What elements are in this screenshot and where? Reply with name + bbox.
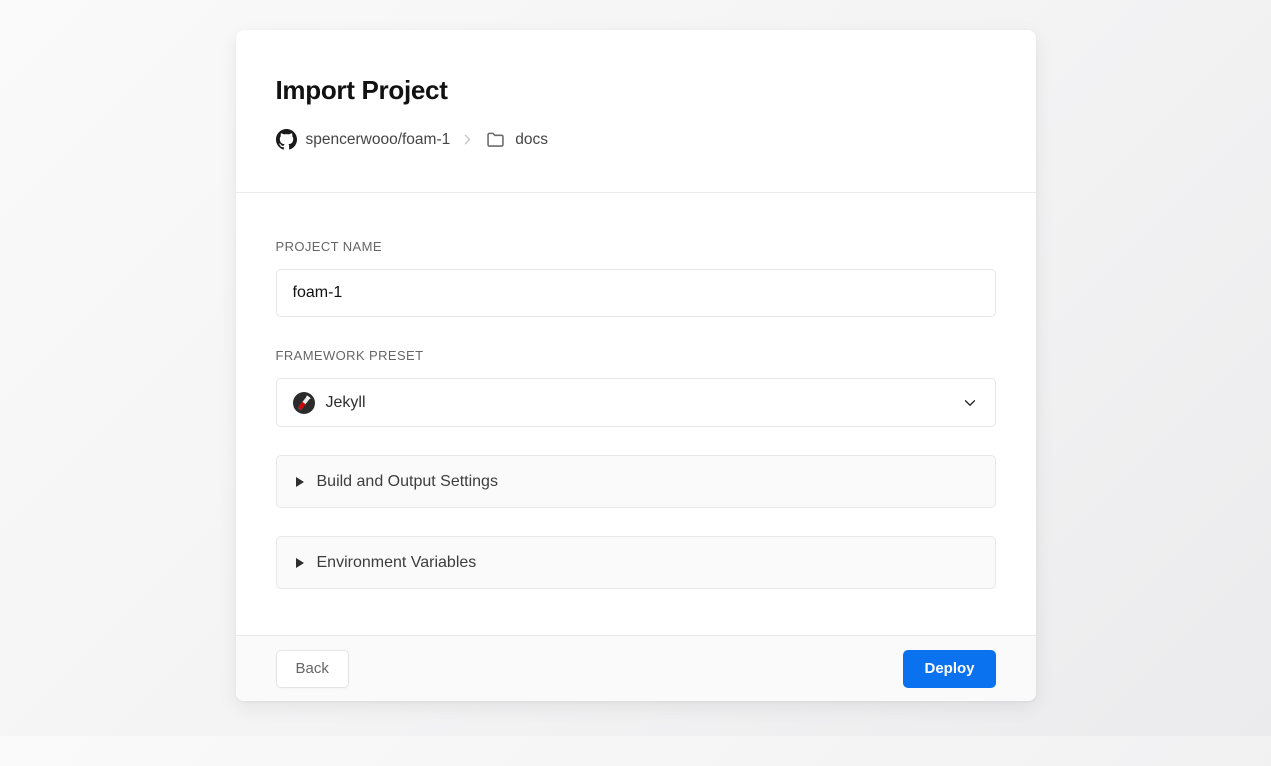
breadcrumb: spencerwooo/foam-1 docs — [276, 129, 996, 150]
framework-preset-select[interactable]: Jekyll — [276, 378, 996, 427]
deploy-button[interactable]: Deploy — [903, 650, 995, 688]
framework-preset-value: Jekyll — [326, 394, 366, 412]
github-icon — [276, 129, 297, 150]
breadcrumb-repo: spencerwooo/foam-1 — [306, 131, 451, 149]
page-title: Import Project — [276, 75, 996, 106]
chevron-down-icon — [961, 394, 979, 412]
section-label: Build and Output Settings — [317, 473, 498, 491]
collapsed-triangle-icon — [296, 558, 304, 568]
project-name-label: PROJECT NAME — [276, 239, 996, 254]
import-project-dialog: Import Project spencerwooo/foam-1 docs P… — [236, 30, 1036, 701]
framework-preset-label: FRAMEWORK PRESET — [276, 348, 996, 363]
breadcrumb-directory: docs — [515, 131, 548, 149]
dialog-header: Import Project spencerwooo/foam-1 docs — [236, 30, 1036, 193]
chevron-right-icon — [459, 131, 476, 148]
dialog-footer: Back Deploy — [236, 635, 1036, 701]
project-name-input[interactable] — [276, 269, 996, 317]
build-output-settings-section[interactable]: Build and Output Settings — [276, 455, 996, 508]
folder-icon — [485, 129, 506, 150]
jekyll-icon — [293, 392, 315, 414]
section-label: Environment Variables — [317, 554, 477, 572]
collapsed-triangle-icon — [296, 477, 304, 487]
dialog-body: PROJECT NAME FRAMEWORK PRESET Jekyll — [236, 193, 1036, 635]
back-button[interactable]: Back — [276, 650, 349, 688]
environment-variables-section[interactable]: Environment Variables — [276, 536, 996, 589]
